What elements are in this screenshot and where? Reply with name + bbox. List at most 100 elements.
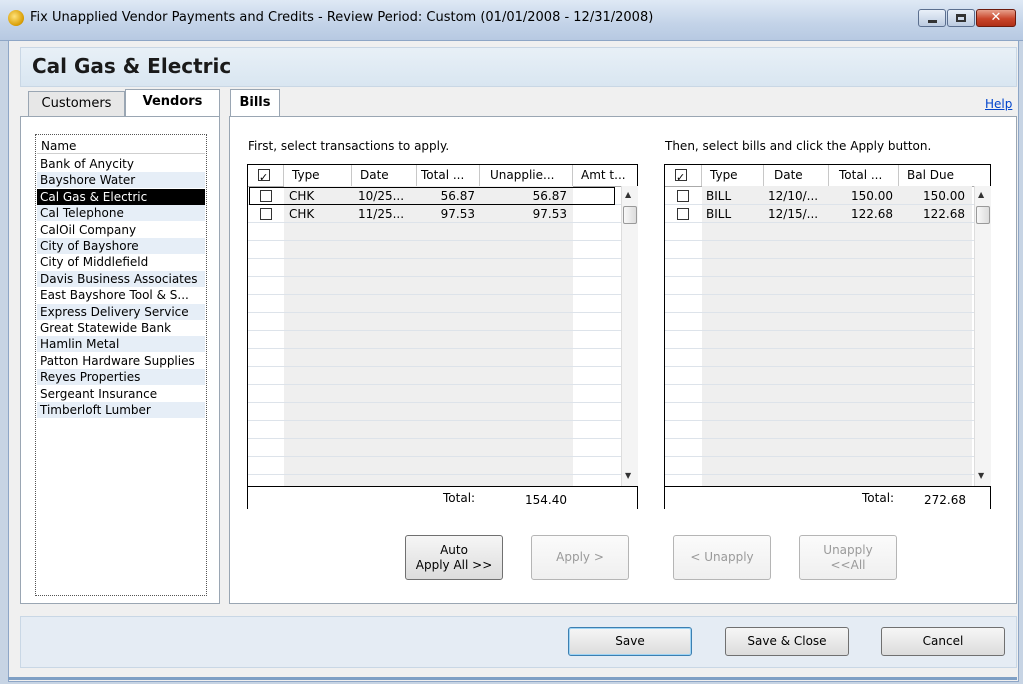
vendor-list-item[interactable]: Cal Gas & Electric: [37, 188, 205, 205]
window-bottom-border: [8, 677, 1017, 680]
auto-apply-line1: Auto: [440, 542, 468, 557]
tab-customers[interactable]: Customers: [28, 91, 125, 117]
grid-row-line: [665, 276, 974, 277]
transactions-scrollbar[interactable]: ▲ ▼: [621, 186, 638, 486]
transaction-checkbox[interactable]: [260, 190, 272, 202]
grid-row-line: [248, 366, 621, 367]
save-label: Save: [615, 634, 645, 648]
grid-row-line: [665, 420, 974, 421]
col-bal-due[interactable]: Bal Due: [899, 165, 990, 186]
grid-row-line: [665, 456, 974, 457]
close-icon: ✕: [990, 10, 1002, 25]
maximize-button[interactable]: [947, 9, 975, 27]
vendor-list-item[interactable]: City of Bayshore: [37, 238, 205, 254]
bills-grid: Type Date Total ... Bal Due BILL 12/10/..…: [664, 164, 991, 509]
bill-checkbox[interactable]: [677, 208, 689, 220]
bills-scrollbar[interactable]: ▲ ▼: [974, 186, 991, 486]
bill-total: 150.00: [851, 189, 893, 203]
unapply-all-button[interactable]: Unapply <<All: [799, 535, 897, 580]
transaction-type: CHK: [289, 207, 315, 221]
apply-button[interactable]: Apply >: [531, 535, 629, 580]
vendor-list-item[interactable]: Great Statewide Bank: [37, 320, 205, 336]
grey-columns: [284, 186, 573, 486]
col-type[interactable]: Type: [284, 165, 352, 186]
vendor-list-item[interactable]: East Bayshore Tool & S...: [37, 287, 205, 303]
col-unapplied[interactable]: Unapplie...: [480, 165, 573, 186]
vendor-list-item[interactable]: City of Middlefield: [37, 254, 205, 270]
vendor-list-header[interactable]: Name: [37, 139, 205, 154]
col-date[interactable]: Date: [352, 165, 417, 186]
save-close-label: Save & Close: [747, 634, 827, 648]
scroll-up-icon[interactable]: ▲: [978, 190, 984, 199]
scroll-down-icon[interactable]: ▼: [978, 471, 984, 480]
vendor-list-item[interactable]: Sergeant Insurance: [37, 386, 205, 402]
grid-row-line: [248, 294, 621, 295]
transaction-checkbox[interactable]: [260, 208, 272, 220]
col-amt-to-apply[interactable]: Amt t...: [573, 165, 637, 186]
grid-row-line: [248, 258, 621, 259]
transactions-total-value: 154.40: [525, 493, 567, 507]
select-all-transactions-checkbox[interactable]: [258, 167, 270, 186]
vendor-list-item[interactable]: Cal Telephone: [37, 205, 205, 222]
bill-type: BILL: [706, 207, 732, 221]
grid-row-line: [665, 294, 974, 295]
transactions-header: Type Date Total ... Unapplie... Amt t...: [248, 165, 637, 187]
grid-row-line: [248, 384, 621, 385]
bills-total-value: 272.68: [924, 493, 966, 507]
minimize-button[interactable]: [918, 9, 946, 27]
vendor-list-item[interactable]: Bank of Anycity: [37, 156, 205, 172]
tab-vendors[interactable]: Vendors: [125, 89, 220, 117]
select-all-header[interactable]: [248, 165, 284, 186]
cancel-button[interactable]: Cancel: [881, 627, 1005, 656]
vendor-list-item[interactable]: Reyes Properties: [37, 369, 205, 386]
bill-bal-due: 122.68: [923, 207, 965, 221]
scroll-thumb[interactable]: [976, 206, 990, 224]
unapply-label: < Unapply: [690, 550, 754, 564]
col-bill-type[interactable]: Type: [702, 165, 764, 186]
bills-instruction: Then, select bills and click the Apply b…: [665, 139, 932, 153]
transaction-amt-to-apply: [573, 205, 613, 223]
auto-apply-line2: Apply All >>: [415, 557, 493, 572]
transactions-instruction: First, select transactions to apply.: [248, 139, 450, 153]
save-button[interactable]: Save: [568, 627, 692, 656]
close-button[interactable]: ✕: [976, 9, 1016, 27]
vendor-list-item[interactable]: Bayshore Water: [37, 172, 205, 189]
auto-apply-all-button[interactable]: Auto Apply All >>: [405, 535, 503, 580]
grid-row-line: [248, 456, 621, 457]
select-all-bills-checkbox[interactable]: [675, 167, 687, 186]
grid-row-line: [665, 438, 974, 439]
grid-row-line: [248, 312, 621, 313]
scroll-down-icon[interactable]: ▼: [625, 471, 631, 480]
bills-total-row: Total: 272.68: [665, 486, 990, 509]
select-all-bills-header[interactable]: [665, 165, 702, 186]
col-total[interactable]: Total ...: [417, 165, 480, 186]
scroll-up-icon[interactable]: ▲: [625, 190, 631, 199]
vendor-list-item[interactable]: Davis Business Associates: [37, 270, 205, 287]
tab-bills[interactable]: Bills: [230, 89, 280, 117]
transaction-total: 97.53: [440, 207, 475, 221]
grid-row-line: [248, 402, 621, 403]
col-bill-date[interactable]: Date: [764, 165, 829, 186]
grid-row-line: [665, 258, 974, 259]
help-link[interactable]: Help: [985, 97, 1012, 111]
grid-row-line: [665, 402, 974, 403]
unapply-all-line2: <<All: [830, 557, 866, 572]
vendor-list-item[interactable]: CalOil Company: [37, 222, 205, 238]
unapply-all-line1: Unapply: [823, 542, 873, 557]
scroll-thumb[interactable]: [623, 206, 637, 224]
col-bill-total[interactable]: Total ...: [829, 165, 899, 186]
save-close-button[interactable]: Save & Close: [725, 627, 849, 656]
bill-date: 12/10/...: [768, 189, 819, 203]
tab-bills-label: Bills: [239, 95, 271, 110]
vendor-list-item[interactable]: Hamlin Metal: [37, 336, 205, 353]
unapply-button[interactable]: < Unapply: [673, 535, 771, 580]
tab-vendors-label: Vendors: [142, 94, 203, 109]
vendor-list-item[interactable]: Express Delivery Service: [37, 303, 205, 320]
transaction-unapplied: 97.53: [532, 207, 567, 221]
vendor-list-item[interactable]: Patton Hardware Supplies: [37, 353, 205, 369]
grid-row-line: [248, 276, 621, 277]
transaction-date: 11/25...: [358, 207, 405, 221]
bill-checkbox[interactable]: [677, 190, 689, 202]
vendor-list-item[interactable]: Timberloft Lumber: [37, 402, 205, 418]
grey-columns: [702, 186, 972, 486]
